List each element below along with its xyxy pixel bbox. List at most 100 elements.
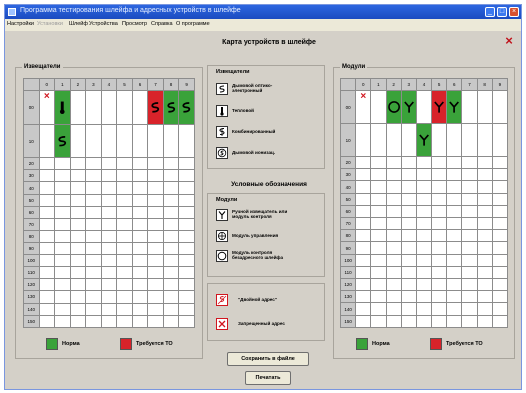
modules-address-cell[interactable] bbox=[370, 90, 387, 125]
modules-address-cell[interactable] bbox=[415, 290, 433, 304]
modules-address-cell[interactable] bbox=[446, 314, 463, 329]
sensors-address-cell[interactable] bbox=[69, 193, 87, 207]
menu-setup[interactable]: Установки bbox=[37, 21, 63, 27]
sensors-address-cell[interactable] bbox=[54, 181, 71, 195]
sensors-address-cell[interactable] bbox=[69, 169, 87, 183]
sensors-address-cell[interactable] bbox=[162, 254, 180, 268]
modules-address-cell[interactable] bbox=[431, 204, 448, 219]
modules-address-cell[interactable] bbox=[415, 168, 433, 182]
modules-address-cell[interactable] bbox=[491, 168, 509, 182]
sensors-address-cell[interactable] bbox=[116, 90, 133, 125]
sensors-address-cell[interactable] bbox=[69, 90, 87, 125]
sensors-address-cell[interactable] bbox=[54, 193, 71, 207]
modules-address-cell[interactable] bbox=[370, 241, 387, 255]
sensors-address-cell[interactable] bbox=[116, 302, 133, 316]
sensors-address-cell[interactable] bbox=[131, 278, 149, 292]
sensors-address-cell[interactable] bbox=[38, 241, 56, 256]
modules-address-cell[interactable] bbox=[355, 314, 372, 329]
sensors-address-cell[interactable] bbox=[54, 290, 71, 304]
sensors-address-cell[interactable] bbox=[69, 229, 87, 244]
modules-address-cell[interactable] bbox=[431, 168, 448, 182]
modules-address-cell[interactable] bbox=[385, 204, 402, 219]
sensors-address-cell[interactable] bbox=[131, 205, 149, 219]
modules-address-cell[interactable] bbox=[355, 265, 372, 280]
sensors-address-cell[interactable] bbox=[116, 157, 133, 171]
sensors-address-cell[interactable] bbox=[100, 217, 118, 231]
sensors-address-cell[interactable] bbox=[147, 290, 164, 304]
sensors-address-cell[interactable] bbox=[162, 90, 180, 125]
modules-address-cell[interactable] bbox=[415, 217, 433, 231]
sensors-address-cell[interactable] bbox=[131, 229, 149, 244]
modules-address-cell[interactable] bbox=[476, 314, 493, 329]
modules-address-cell[interactable] bbox=[431, 192, 448, 206]
modules-address-cell[interactable] bbox=[370, 192, 387, 206]
sensors-address-cell[interactable] bbox=[178, 123, 195, 159]
sensors-address-cell[interactable] bbox=[147, 193, 164, 207]
modules-address-cell[interactable] bbox=[385, 168, 402, 182]
sensors-address-cell[interactable] bbox=[85, 266, 102, 280]
modules-address-cell[interactable] bbox=[446, 90, 463, 125]
modules-address-cell[interactable] bbox=[355, 123, 372, 158]
modules-address-cell[interactable] bbox=[385, 241, 402, 255]
sensors-address-cell[interactable] bbox=[178, 157, 195, 171]
modules-address-cell[interactable] bbox=[385, 217, 402, 231]
sensors-address-cell[interactable] bbox=[116, 290, 133, 304]
modules-address-cell[interactable] bbox=[446, 241, 463, 255]
sensors-address-cell[interactable] bbox=[100, 90, 118, 125]
sensors-address-cell[interactable] bbox=[54, 217, 71, 231]
sensors-address-cell[interactable] bbox=[162, 123, 180, 159]
modules-address-cell[interactable] bbox=[461, 217, 478, 231]
modules-address-cell[interactable] bbox=[446, 265, 463, 280]
sensors-address-cell[interactable] bbox=[147, 266, 164, 280]
menu-settings[interactable]: Настройки bbox=[7, 21, 34, 27]
sensors-address-cell[interactable] bbox=[147, 229, 164, 244]
sensors-address-cell[interactable] bbox=[54, 90, 71, 125]
sensors-address-cell[interactable] bbox=[54, 278, 71, 292]
sensors-address-cell[interactable] bbox=[147, 314, 164, 329]
modules-address-cell[interactable] bbox=[415, 241, 433, 255]
sensors-address-cell[interactable] bbox=[162, 169, 180, 183]
modules-address-cell[interactable] bbox=[355, 180, 372, 194]
sensors-address-cell[interactable] bbox=[85, 254, 102, 268]
modules-address-cell[interactable] bbox=[461, 278, 478, 292]
modules-address-cell[interactable] bbox=[415, 90, 433, 125]
sensors-address-cell[interactable] bbox=[131, 181, 149, 195]
sensors-address-cell[interactable] bbox=[100, 157, 118, 171]
modules-address-cell[interactable] bbox=[491, 217, 509, 231]
sensors-address-cell[interactable] bbox=[38, 169, 56, 183]
modules-address-cell[interactable] bbox=[476, 290, 493, 304]
modules-address-cell[interactable] bbox=[400, 241, 417, 255]
modules-address-cell[interactable] bbox=[446, 204, 463, 219]
sensors-address-cell[interactable] bbox=[54, 157, 71, 171]
modules-address-cell[interactable] bbox=[355, 192, 372, 206]
modules-address-cell[interactable] bbox=[355, 229, 372, 243]
sensors-address-cell[interactable] bbox=[38, 205, 56, 219]
modules-address-cell[interactable] bbox=[400, 90, 417, 125]
modules-address-cell[interactable] bbox=[370, 123, 387, 158]
sensors-address-cell[interactable] bbox=[69, 278, 87, 292]
sensors-address-cell[interactable] bbox=[85, 205, 102, 219]
sensors-address-cell[interactable] bbox=[100, 254, 118, 268]
sensors-address-cell[interactable] bbox=[69, 123, 87, 159]
modules-address-cell[interactable] bbox=[491, 123, 509, 158]
sensors-address-cell[interactable] bbox=[85, 123, 102, 159]
modules-address-cell[interactable] bbox=[400, 290, 417, 304]
modules-address-cell[interactable] bbox=[476, 168, 493, 182]
modules-address-cell[interactable] bbox=[385, 290, 402, 304]
sensors-address-cell[interactable] bbox=[116, 241, 133, 256]
modules-address-cell[interactable] bbox=[385, 90, 402, 125]
sensors-address-cell[interactable] bbox=[54, 205, 71, 219]
sensors-address-cell[interactable] bbox=[131, 217, 149, 231]
modules-address-cell[interactable] bbox=[446, 253, 463, 267]
sensors-address-cell[interactable] bbox=[147, 157, 164, 171]
sensors-address-cell[interactable] bbox=[85, 217, 102, 231]
modules-address-cell[interactable] bbox=[446, 180, 463, 194]
sensors-address-cell[interactable] bbox=[131, 90, 149, 125]
modules-address-cell[interactable] bbox=[415, 314, 433, 329]
sensors-address-cell[interactable] bbox=[116, 193, 133, 207]
sensors-address-cell[interactable] bbox=[178, 169, 195, 183]
modules-address-cell[interactable] bbox=[431, 241, 448, 255]
sensors-address-cell[interactable] bbox=[38, 266, 56, 280]
sensors-address-cell[interactable] bbox=[54, 169, 71, 183]
menu-loop[interactable]: Шлейф bbox=[69, 21, 88, 27]
